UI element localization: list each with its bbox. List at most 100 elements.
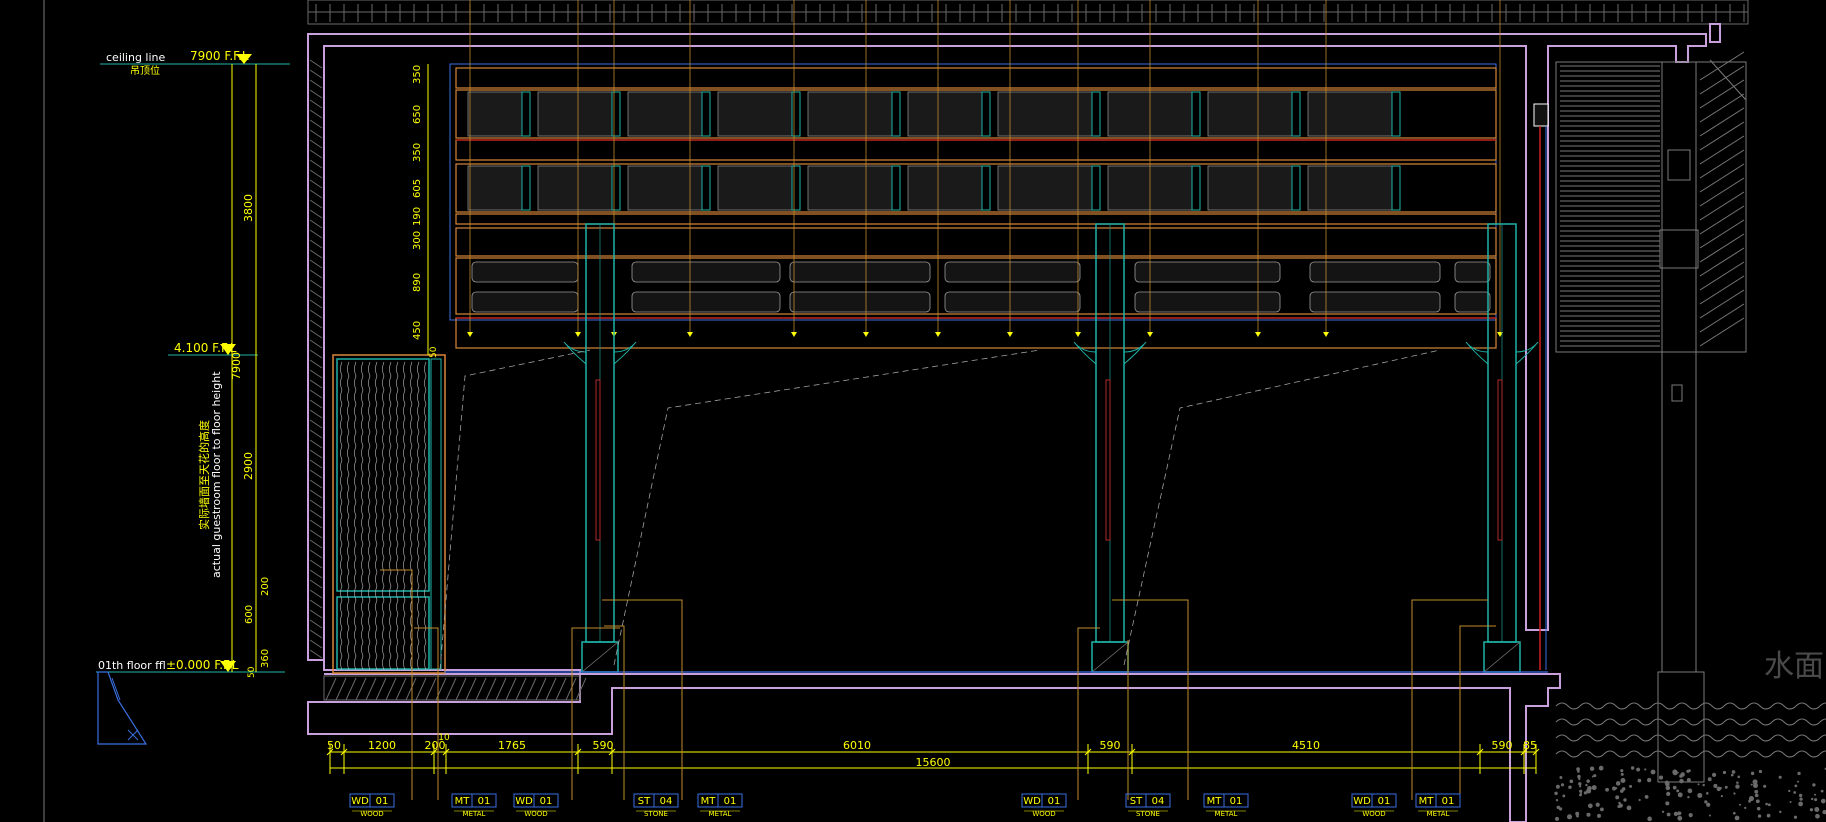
gravel-dot	[1737, 775, 1741, 779]
dim-bottom-590a: 590	[593, 739, 614, 752]
leader-arrow	[575, 332, 581, 337]
tag-code: WD	[1023, 796, 1041, 807]
gravel-dot	[1754, 793, 1759, 798]
leader-arrow	[791, 332, 797, 337]
carved-panel	[1454, 261, 1491, 283]
material-tag: WD 01WOOD	[1021, 793, 1067, 818]
gravel-dot	[1720, 795, 1723, 798]
dim-bottom-590c: 590	[1492, 739, 1513, 752]
material-tag: WD 01WOOD	[513, 793, 559, 818]
panel-post	[1291, 91, 1301, 137]
wall-hatch-line	[309, 189, 323, 199]
material-tag: WD 01WOOD	[349, 793, 395, 818]
carved-panel	[631, 291, 781, 313]
lattice-panel	[907, 91, 983, 137]
material-leader	[414, 627, 439, 800]
gravel-dot	[1630, 766, 1635, 770]
dim-left-2900: 2900	[242, 452, 255, 480]
floor-hatch-line	[535, 677, 547, 701]
dim-inner-300: 300	[412, 231, 423, 250]
gravel-dot	[1576, 814, 1579, 818]
panel-post	[611, 165, 621, 211]
gravel-dot	[1577, 770, 1580, 773]
wall-hatch-line	[309, 429, 323, 439]
gravel-dot	[1809, 808, 1814, 812]
gravel-dot	[1591, 785, 1597, 791]
leader-arrow	[1147, 332, 1153, 337]
column-bracket	[563, 341, 587, 365]
panel-post	[1391, 91, 1401, 137]
wall-hatch-line	[309, 589, 323, 599]
gravel-dot	[1697, 792, 1703, 798]
wood-grain-line	[354, 361, 357, 671]
wall-hatch-line	[309, 299, 323, 309]
mid-level-value: 4.100 F.F.L	[174, 341, 237, 355]
panel-post	[791, 165, 801, 211]
wall-hatch-line	[309, 399, 323, 409]
gravel-dot	[1646, 777, 1652, 783]
wall-hatch-line	[309, 519, 323, 529]
wall-hatch-line	[309, 649, 323, 659]
carved-panel	[1454, 291, 1491, 313]
water-wave	[1555, 702, 1826, 710]
gravel-dot	[1814, 798, 1818, 802]
gravel-dot	[1579, 789, 1583, 793]
gravel-dot	[1569, 779, 1574, 784]
diagonal-hatch	[1699, 205, 1745, 235]
tag-code: WD	[515, 796, 533, 807]
gravel-dot	[1616, 782, 1620, 786]
wall-hatch-line	[309, 239, 323, 249]
carved-panel	[944, 291, 1081, 313]
water-wave	[1555, 734, 1826, 742]
wood-grain-line	[347, 361, 350, 671]
carved-panel	[944, 261, 1081, 283]
gravel-dot	[1750, 783, 1753, 786]
wall-hatch-line	[309, 459, 323, 469]
gravel-dot	[1568, 785, 1572, 789]
gravel-dot	[1706, 802, 1711, 807]
wood-grain-line	[389, 361, 392, 671]
gravel-dot	[1623, 798, 1627, 802]
wood-grain-line	[368, 361, 371, 671]
gravel-dot	[1732, 811, 1736, 815]
floor-label: 01th floor ffl	[98, 659, 166, 672]
gravel-dot	[1599, 807, 1604, 812]
wall-hatch-line	[309, 179, 323, 189]
wall-hatch-line	[309, 499, 323, 509]
gravel-dot	[1661, 810, 1665, 813]
floor-hatch-line	[495, 677, 507, 701]
material-tag: MT 01METAL	[451, 793, 497, 818]
wall-hatch-line	[309, 339, 323, 349]
left-wood-panel	[332, 354, 446, 674]
gravel-dot	[1758, 769, 1763, 774]
ceiling-line-label-cn: 吊顶位	[130, 64, 160, 77]
timber-columns	[444, 223, 1548, 673]
wood-grain-line	[375, 361, 378, 671]
floor-hatch-line	[385, 677, 397, 701]
level-markers	[96, 54, 290, 745]
gravel-dot	[1793, 815, 1798, 819]
wall-hatch-line	[309, 359, 323, 369]
wall-hatch-line	[309, 619, 323, 629]
floor-hatch-line	[465, 677, 477, 701]
wall-hatch-line	[309, 59, 323, 69]
dim-left-3800: 3800	[242, 194, 255, 222]
wall-hatch-line	[309, 539, 323, 549]
tag-code: MT	[701, 796, 717, 807]
wall-hatch-line	[309, 609, 323, 619]
wall-hatch-line	[309, 119, 323, 129]
floor-hatch-line	[335, 677, 347, 701]
wall-hatch-line	[309, 309, 323, 319]
gravel-dot	[1637, 778, 1642, 783]
gravel-dot	[1583, 791, 1588, 795]
gravel-dot	[1822, 809, 1826, 815]
floor-hatch-line	[565, 677, 577, 701]
column-bracket	[1465, 341, 1489, 365]
panel-post	[521, 91, 531, 137]
carved-panel	[1309, 261, 1441, 283]
dim-bottom-590b: 590	[1100, 739, 1121, 752]
diagonal-hatch	[1699, 93, 1745, 123]
wall-hatch-line	[309, 249, 323, 259]
wood-grain-line	[396, 361, 399, 671]
wall-hatch-line	[309, 329, 323, 339]
